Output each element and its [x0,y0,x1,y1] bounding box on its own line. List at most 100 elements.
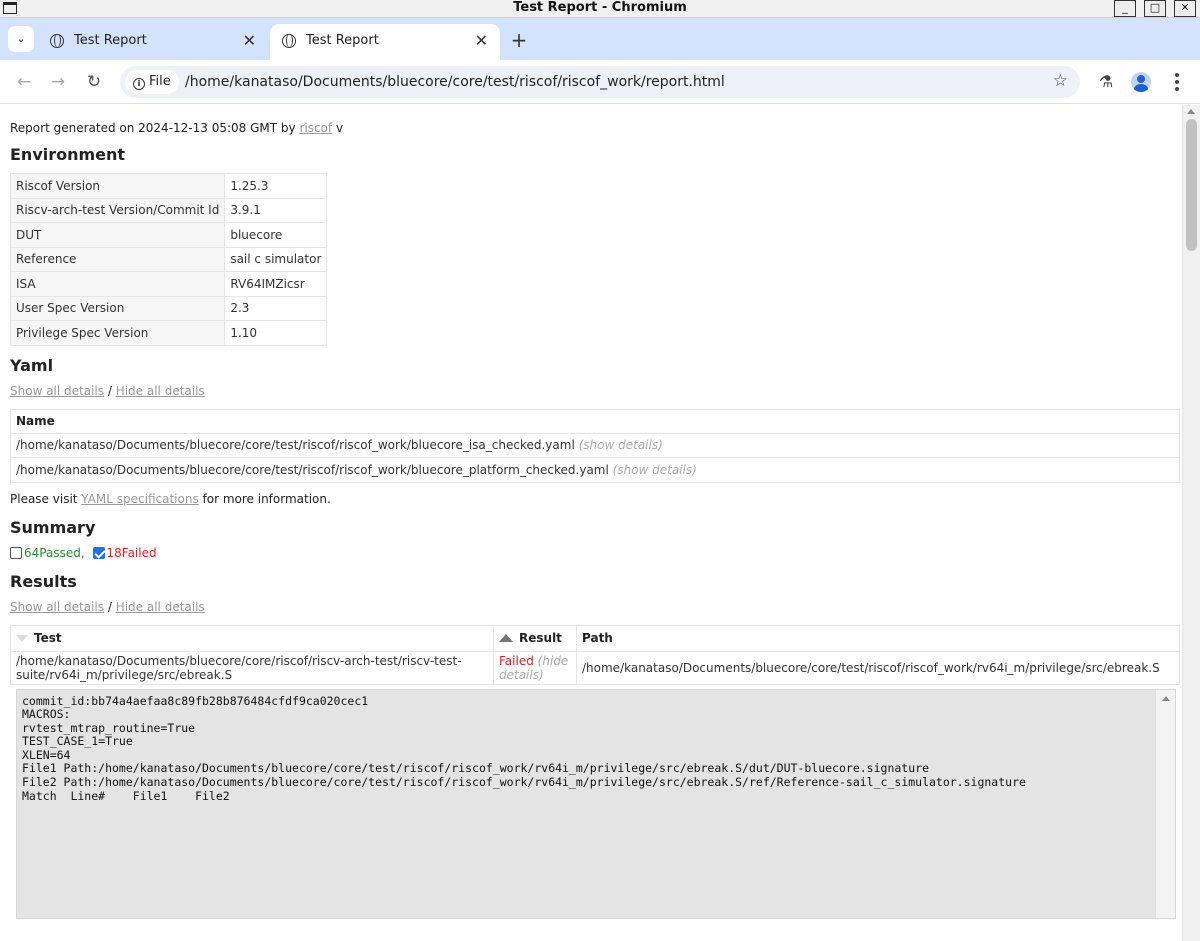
env-value: RV64IMZicsr [224,271,328,297]
tab-test-report-2[interactable]: Test Report ✕ [270,24,500,60]
window-title: Test Report - Chromium [513,0,687,15]
passed-filter-checkbox[interactable] [10,546,22,559]
env-key: Riscof Version [9,173,226,199]
env-value: 2.3 [224,295,328,321]
env-key: DUT [9,222,226,248]
results-heading: Results [10,571,77,591]
bookmark-star-icon[interactable]: ☆ [1053,71,1068,91]
tab-close-icon[interactable]: ✕ [475,31,488,50]
passed-count: 64 [24,545,40,560]
yaml-visit-line: Please visit YAML specifications for mor… [10,492,1182,506]
page-scrollbar[interactable] [1182,105,1200,941]
yaml-spec-link[interactable]: YAML specifications [81,492,198,506]
results-col-test[interactable]: Test [10,624,494,652]
sort-inactive-icon [16,635,28,642]
maximize-button[interactable]: □ [1144,0,1166,17]
yaml-show-all-link[interactable]: Show all details [10,384,104,398]
test-cell: /home/kanataso/Documents/bluecore/core/r… [10,650,494,685]
minimize-button[interactable]: _ [1114,0,1136,17]
riscof-link[interactable]: riscof [299,121,332,135]
visit-suffix: for more information. [198,491,331,506]
results-show-all-link[interactable]: Show all details [10,600,104,614]
scrollbar-thumb[interactable] [1186,119,1197,251]
show-details-toggle[interactable]: (show details) [613,463,697,477]
environment-table: Riscof Version 1.25.3 Riscv-arch-test Vers… [9,173,328,346]
separator: / [104,383,116,398]
table-row: Reference sail c simulator [9,246,328,272]
hide-details-toggle[interactable]: (hide [538,654,569,668]
passed-label: Passed [39,545,81,560]
env-value: sail c simulator [224,246,328,272]
report-generated-line: Report generated on 2024-12-13 05:08 GMT… [10,121,1182,135]
close-window-button[interactable]: ✕ [1174,0,1196,17]
failed-filter-checkbox[interactable] [92,546,105,559]
results-show-hide-controls: Show all details / Hide all details [10,600,1182,614]
scroll-up-arrow-icon[interactable] [1187,109,1195,114]
yaml-file-name: /home/kanataso/Documents/bluecore/core/t… [16,462,609,477]
env-key: User Spec Version [9,295,226,321]
tab-search-chevron-icon[interactable]: ⌄ [8,26,34,52]
back-arrow-icon[interactable]: ← [12,70,36,94]
menu-kebab-icon[interactable] [1170,72,1184,92]
tab-test-report-1[interactable]: Test Report ✕ [38,24,268,60]
generated-suffix: v [332,121,344,135]
forward-arrow-icon[interactable]: → [46,70,70,94]
table-row: User Spec Version 2.3 [9,295,328,321]
result-status: Failed [499,653,534,668]
failed-count: 18 [106,545,122,560]
scroll-up-arrow-icon[interactable] [1162,695,1170,701]
show-details-toggle[interactable]: (show details) [579,438,663,452]
test-path-line: /home/kanataso/Documents/bluecore/core/r… [16,653,462,668]
yaml-hide-all-link[interactable]: Hide all details [116,384,205,398]
tab-strip: ⌄ Test Report ✕ Test Report ✕ + [0,18,1200,60]
generated-text: Report generated on 2024-12-13 05:08 GMT… [10,121,300,135]
globe-icon [282,34,296,48]
passed-sep: , [80,545,85,560]
yaml-heading: Yaml [10,355,54,375]
log-scrollbar[interactable] [1155,689,1175,918]
results-col-path[interactable]: Path [576,624,1180,652]
reload-icon[interactable]: ↻ [82,70,106,94]
results-hide-all-link[interactable]: Hide all details [116,600,205,614]
visit-prefix: Please visit [10,491,82,506]
table-row: Riscv-arch-test Version/Commit Id 3.9.1 [9,197,328,223]
table-row: /home/kanataso/Documents/bluecore/core/t… [10,457,1180,483]
profile-avatar-icon[interactable] [1131,72,1151,92]
hide-details-toggle[interactable]: details) [499,668,571,682]
summary-heading: Summary [10,517,96,537]
yaml-col-name[interactable]: Name [10,408,1180,434]
env-value: 3.9.1 [224,197,328,223]
env-key: Riscv-arch-test Version/Commit Id [9,197,226,223]
info-icon: i [133,78,145,90]
env-value: 1.10 [224,320,328,346]
site-info-chip[interactable]: i File [125,70,179,94]
env-value: bluecore [224,222,328,248]
col-label: Test [34,631,62,645]
table-row: Riscof Version 1.25.3 [9,173,328,199]
table-row: Privilege Spec Version 1.10 [9,320,328,346]
yaml-table: Name /home/kanataso/Documents/bluecore/c… [10,408,1180,483]
new-tab-plus-icon[interactable]: + [507,28,531,52]
yaml-file-name: /home/kanataso/Documents/bluecore/core/t… [16,438,575,453]
table-row: /home/kanataso/Documents/bluecore/core/t… [10,432,1180,458]
env-key: Reference [9,246,226,272]
url-text[interactable]: /home/kanataso/Documents/bluecore/core/t… [185,66,725,98]
sort-ascending-icon [499,634,513,642]
environment-heading: Environment [10,145,126,164]
result-cell: Failed (hide details) [493,650,577,685]
table-row: /home/kanataso/Documents/bluecore/core/r… [10,650,1180,685]
details-log-text: commit_id:bb74a4aefaa8c89fb28b876484cfdf… [22,693,1026,803]
details-log-box[interactable]: commit_id:bb74a4aefaa8c89fb28b876484cfdf… [16,688,1176,919]
browser-toolbar: ← → ↻ i File /home/kanataso/Documents/blu… [0,60,1200,104]
env-key: Privilege Spec Version [9,320,226,346]
tab-close-icon[interactable]: ✕ [243,31,256,50]
summary-filters: 64Passed, 18Failed [10,546,1182,560]
labs-flask-icon[interactable]: ⚗ [1094,70,1118,94]
results-col-result[interactable]: Result [493,624,577,652]
failed-label: Failed [121,545,157,560]
file-chip-label: File [149,74,171,89]
page-content: Report generated on 2024-12-13 05:08 GMT… [0,105,1182,941]
separator: / [104,599,116,614]
window-title-bar: Test Report - Chromium _ □ ✕ [0,0,1200,18]
address-bar[interactable]: i File /home/kanataso/Documents/bluecore/… [120,66,1080,98]
